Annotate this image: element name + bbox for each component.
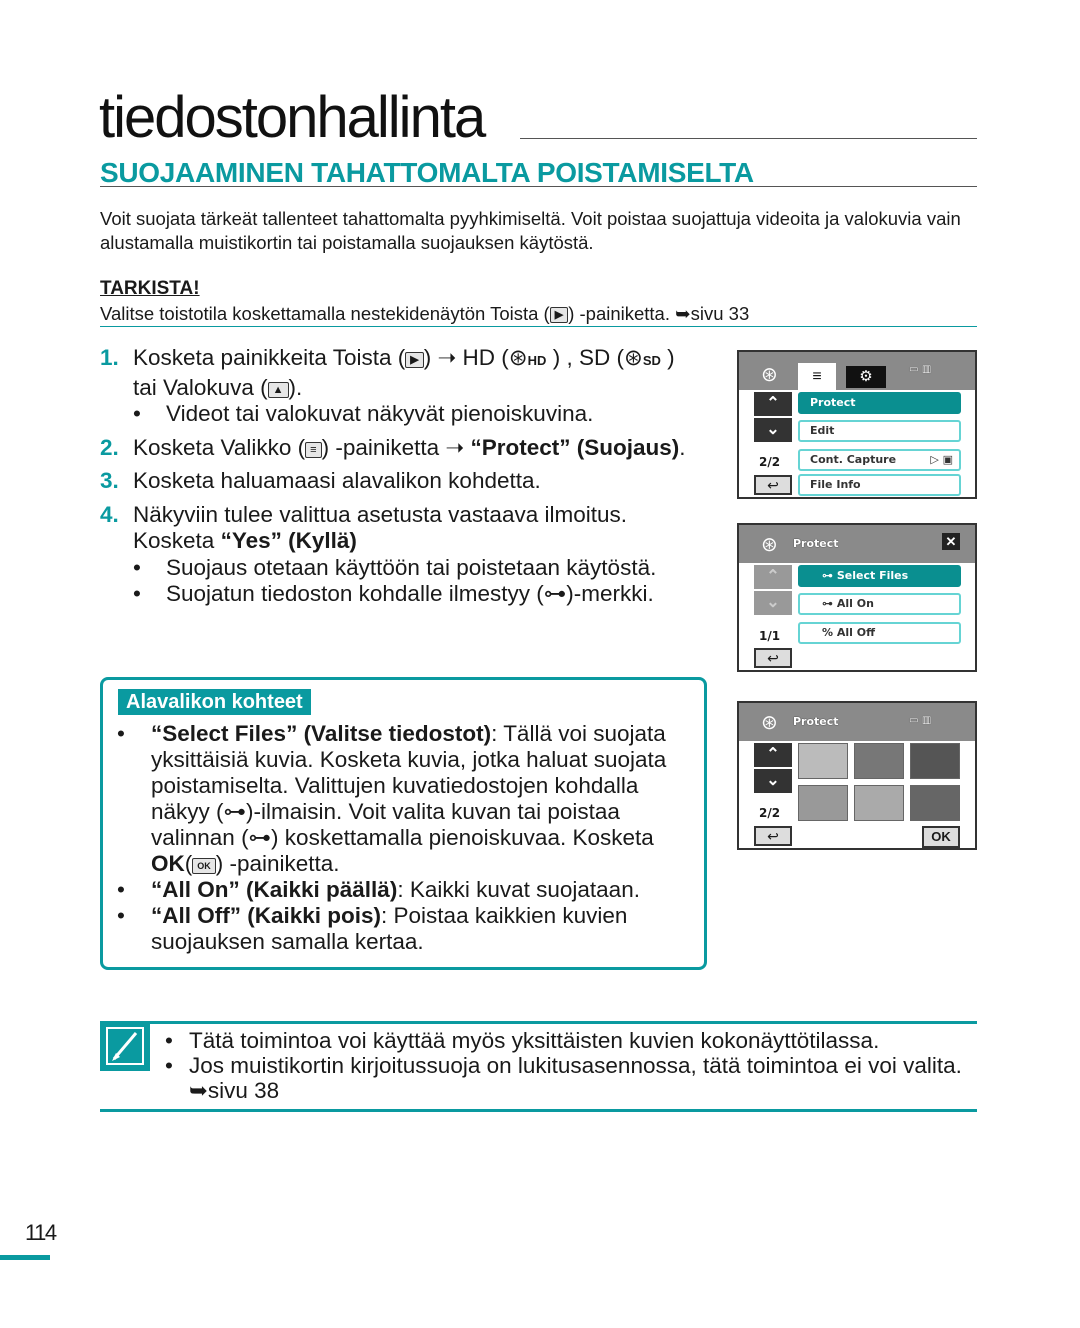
page-title: tiedostonhallinta [99, 85, 486, 150]
page-number-bar [0, 1255, 50, 1260]
thumbnail[interactable] [798, 785, 848, 821]
menu-item-edit[interactable]: Edit [798, 420, 961, 442]
section-divider [100, 186, 977, 187]
scroll-up-button[interactable]: ⌃ [754, 743, 792, 767]
check-title: TARKISTA! [100, 278, 200, 299]
photo-icon: ▲ [267, 381, 289, 398]
submenu-label: Alavalikon kohteet [118, 689, 311, 715]
submenu-item: “All On” (Kaikki päällä): Kaikki kuvat s… [117, 877, 697, 903]
note-item: Tätä toimintoa voi käyttää myös yksittäi… [165, 1028, 965, 1053]
thumbnail[interactable] [910, 785, 960, 821]
film-hd-icon: ⊛HD [508, 345, 547, 370]
menu-item-all-on[interactable]: ⊶ All On [798, 593, 961, 615]
thumbnail[interactable] [854, 743, 904, 779]
submenu-item: “All Off” (Kaikki pois): Poistaa kaikkie… [117, 903, 697, 955]
submenu-list: “Select Files” (Valitse tiedostot): Täll… [117, 721, 697, 955]
step-bullet: Suojatun tiedoston kohdalle ilmestyy (⊶)… [133, 581, 710, 608]
battery-icon: ▭ ▥ [909, 715, 932, 726]
step-text: tai Valokuva ( [133, 374, 268, 400]
menu-item-file-info[interactable]: File Info [798, 474, 961, 496]
screen-title: Protect [793, 715, 839, 728]
step-text: Kosketa haluamaasi alavalikon kohdetta. [133, 468, 541, 493]
film-icon: ⊛ [761, 364, 778, 386]
title-divider [520, 138, 977, 139]
step-text: Kosketa painikkeita Toista ( [133, 345, 406, 370]
play-icon: ▶ [549, 307, 569, 323]
check-text-a: Valitse toistotila koskettamalla nesteki… [100, 303, 550, 324]
menu-icon: ≡ [305, 441, 322, 458]
settings-tab-icon[interactable]: ⚙ [846, 366, 886, 388]
ok-icon: OK [192, 858, 216, 874]
step-bullet: Suojaus otetaan käyttöön tai poistetaan … [133, 555, 710, 582]
submenu-item: “Select Files” (Valitse tiedostot): Täll… [117, 721, 697, 877]
film-sd-icon: ⊛SD [623, 345, 661, 370]
step-bold: “Yes” (Kyllä) [220, 528, 357, 553]
scroll-down-button[interactable]: ⌄ [754, 769, 792, 793]
step-2: 2. Kosketa Valikko (≡) -painiketta ➝ “Pr… [100, 435, 710, 462]
step-text: ) -painiketta ➝ [321, 434, 471, 460]
note-item: Jos muistikortin kirjoitussuoja on lukit… [165, 1053, 965, 1103]
film-icon: ⊛ [761, 534, 778, 556]
battery-icon: ▭ ▥ [909, 364, 932, 375]
step-text: ) [667, 345, 675, 370]
screen-select-files: ⊛ Protect ▭ ▥ ⌃ ⌄ 2/2 ↩ OK [737, 701, 977, 850]
check-text-b: ) -painiketta. ➥sivu 33 [568, 303, 750, 324]
menu-item-cont-capture[interactable]: Cont. Capture ▷ ▣ [798, 449, 961, 471]
scroll-up-button[interactable]: ⌃ [754, 392, 792, 416]
thumbnail[interactable] [798, 743, 848, 779]
note-pencil-icon [100, 1021, 150, 1071]
step-number: 4. [100, 501, 119, 527]
back-button[interactable]: ↩ [754, 826, 792, 846]
section-title: SUOJAAMINEN TAHATTOMALTA POISTAMISELTA [100, 157, 754, 188]
intro-paragraph: Voit suojata tärkeät tallenteet tahattom… [100, 208, 961, 253]
step-bullet: Videot tai valokuvat näkyvät pienoiskuvi… [133, 401, 710, 428]
step-number: 3. [100, 468, 119, 493]
menu-item-protect[interactable]: Protect [798, 392, 961, 414]
step-bold: “Protect” (Suojaus) [470, 434, 680, 460]
page-indicator: 1/1 [759, 629, 781, 643]
step-text: Kosketa [133, 528, 221, 553]
menu-tab-icon[interactable]: ≡ [798, 363, 836, 391]
close-button[interactable]: ✕ [942, 533, 960, 550]
scroll-up-button[interactable]: ⌃ [754, 565, 792, 589]
step-text: ). [288, 374, 303, 400]
step-1: 1. Kosketa painikkeita Toista (▶) ➝ HD (… [100, 345, 710, 428]
back-button[interactable]: ↩ [754, 475, 792, 495]
page-number: 114 [25, 1220, 57, 1245]
page-indicator: 2/2 [759, 806, 781, 820]
back-button[interactable]: ↩ [754, 648, 792, 668]
menu-item-select-files[interactable]: ⊶ Select Files [798, 565, 961, 587]
page-indicator: 2/2 [759, 455, 781, 469]
film-icon: ⊛ [761, 712, 778, 734]
screen-protect: ⊛ Protect ✕ ⌃ ⌄ ⊶ Select Files ⊶ All On … [737, 523, 977, 672]
steps-list: 1. Kosketa painikkeita Toista (▶) ➝ HD (… [100, 345, 710, 615]
thumbnail[interactable] [854, 785, 904, 821]
check-text: Valitse toistotila koskettamalla nesteki… [100, 303, 977, 327]
step-text: Kosketa Valikko ( [133, 434, 306, 460]
scroll-down-button[interactable]: ⌄ [754, 418, 792, 442]
step-number: 1. [100, 345, 119, 370]
step-text: Näkyviin tulee valittua asetusta vastaav… [133, 501, 627, 527]
menu-item-all-off[interactable]: % All Off [798, 622, 961, 644]
step-text: ) , SD ( [552, 345, 624, 370]
scroll-down-button[interactable]: ⌄ [754, 591, 792, 615]
step-text: ) ➝ HD ( [423, 345, 509, 370]
step-3: 3. Kosketa haluamaasi alavalikon kohdetta… [100, 468, 710, 495]
play-icon: ▶ [405, 352, 424, 368]
step-number: 2. [100, 434, 119, 460]
thumbnail[interactable] [910, 743, 960, 779]
ok-button[interactable]: OK [922, 826, 960, 848]
screen-title: Protect [793, 537, 839, 550]
screen-menu: ⊛ ≡ ⚙ ▭ ▥ ⌃ ⌄ Protect Edit Cont. Capture… [737, 350, 977, 499]
step-text: . [679, 434, 686, 460]
step-4: 4. Näkyviin tulee valittua asetusta vast… [100, 502, 710, 608]
note-list: Tätä toimintoa voi käyttää myös yksittäi… [165, 1028, 965, 1103]
